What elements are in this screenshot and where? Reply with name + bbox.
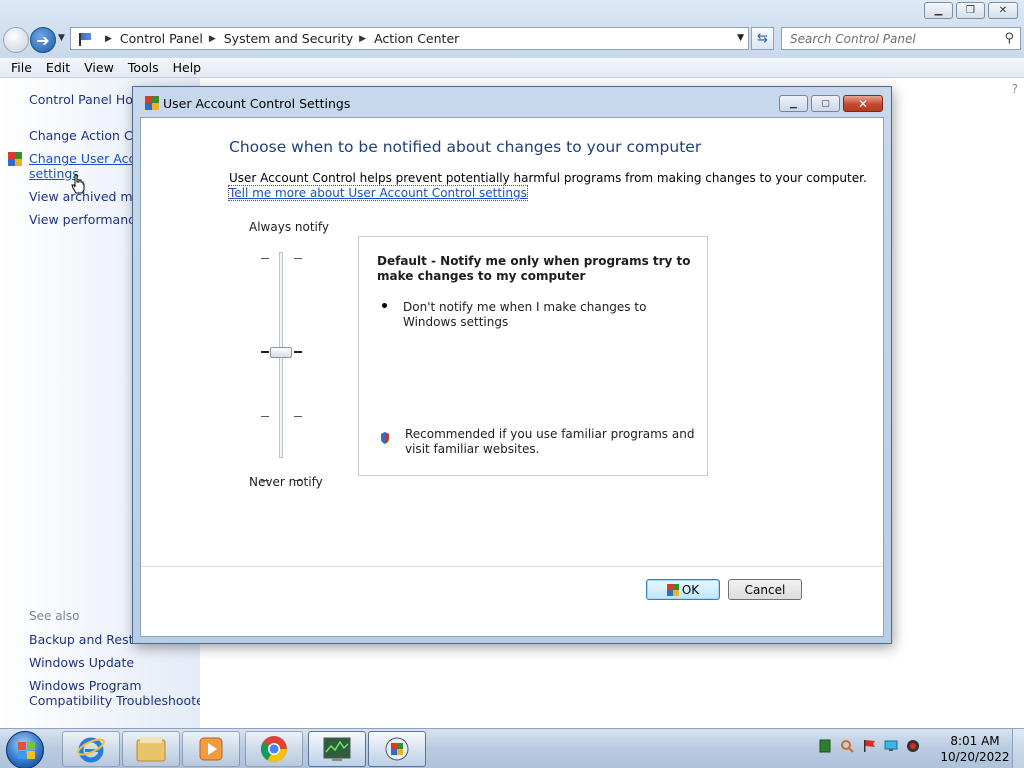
dialog-heading: Choose when to be notified about changes… bbox=[229, 138, 702, 156]
taskbar-windows-media-player[interactable] bbox=[182, 731, 240, 767]
slider-bottom-label: Never notify bbox=[249, 475, 323, 489]
sidebar-link-compatibility[interactable]: Windows Program bbox=[29, 678, 142, 693]
slider-tick bbox=[294, 351, 302, 353]
start-button[interactable] bbox=[6, 731, 44, 768]
menu-help[interactable]: Help bbox=[166, 60, 209, 75]
control-panel-icon bbox=[385, 737, 409, 761]
clock-date: 10/20/2022 bbox=[940, 750, 1010, 764]
recent-pages-dropdown[interactable]: ▼ bbox=[58, 33, 65, 43]
slider-tick bbox=[261, 416, 269, 417]
breadcrumb-control-panel[interactable]: Control Panel bbox=[120, 31, 203, 46]
chrome-icon bbox=[260, 736, 288, 763]
recommended-shield-icon bbox=[381, 432, 389, 444]
cancel-button[interactable]: Cancel bbox=[728, 579, 802, 600]
ok-button[interactable]: OK bbox=[646, 579, 720, 600]
close-button[interactable]: ✕ bbox=[988, 2, 1018, 19]
uac-shield-icon bbox=[145, 96, 159, 110]
dialog-body: Choose when to be notified about changes… bbox=[140, 117, 884, 637]
taskbar: 8:01 AM 10/20/2022 bbox=[0, 728, 1024, 768]
uac-settings-dialog: User Account Control Settings ▁ ▢ ✕ Choo… bbox=[132, 86, 892, 644]
search-box[interactable]: ⚲ bbox=[781, 27, 1021, 50]
breadcrumb-action-center[interactable]: Action Center bbox=[374, 31, 459, 46]
cancel-button-label: Cancel bbox=[744, 582, 786, 597]
bullet-icon bbox=[382, 303, 390, 311]
sidebar-link-windows-update[interactable]: Windows Update bbox=[29, 655, 134, 670]
menu-view[interactable]: View bbox=[77, 60, 121, 75]
taskbar-control-panel[interactable] bbox=[368, 731, 426, 767]
green-monitor-tray-icon[interactable] bbox=[818, 739, 832, 753]
menu-bar: File Edit View Tools Help bbox=[0, 58, 1024, 78]
see-also-heading: See also bbox=[29, 609, 80, 623]
window-title-bar: ▁ ❐ ✕ bbox=[0, 0, 1024, 24]
dialog-maximize-button[interactable]: ▢ bbox=[811, 95, 840, 112]
notification-area bbox=[818, 739, 920, 753]
internet-explorer-icon bbox=[77, 737, 105, 763]
taskbar-windows-explorer[interactable] bbox=[122, 731, 180, 767]
dialog-description: User Account Control helps prevent poten… bbox=[229, 171, 867, 185]
windows-logo-icon bbox=[18, 742, 26, 750]
tell-me-more-link[interactable]: Tell me more about User Account Control … bbox=[228, 185, 528, 201]
ok-button-label: OK bbox=[681, 582, 700, 597]
level-title: Default - Notify me only when programs t… bbox=[377, 254, 691, 283]
dialog-minimize-button[interactable]: ▁ bbox=[779, 95, 808, 112]
level-description-panel: Default - Notify me only when programs t… bbox=[358, 236, 708, 476]
slider-tick bbox=[261, 258, 269, 259]
sidebar-link-control-panel-home[interactable]: Control Panel Hom bbox=[29, 92, 145, 107]
refresh-button[interactable]: ⇆ bbox=[751, 27, 774, 50]
breadcrumb-separator-icon[interactable]: ▶ bbox=[209, 34, 216, 44]
taskbar-google-chrome[interactable] bbox=[245, 731, 303, 767]
navigation-bar: ➔ ▼ ▶ Control Panel ▶ System and Securit… bbox=[0, 24, 1024, 58]
menu-tools[interactable]: Tools bbox=[121, 60, 166, 75]
address-dropdown-icon[interactable]: ▼ bbox=[737, 33, 744, 43]
level-detail: Don't notify me when I make changes to W… bbox=[403, 300, 647, 329]
address-bar[interactable]: ▶ Control Panel ▶ System and Security ▶ … bbox=[70, 27, 749, 50]
notification-slider-thumb[interactable] bbox=[270, 347, 292, 358]
slider-top-label: Always notify bbox=[249, 220, 329, 234]
action-center-flag-tray-icon[interactable] bbox=[862, 739, 876, 753]
minimize-button[interactable]: ▁ bbox=[924, 2, 953, 19]
system-clock[interactable]: 8:01 AM 10/20/2022 bbox=[940, 733, 1010, 765]
show-desktop-button[interactable] bbox=[1012, 729, 1024, 768]
dialog-divider bbox=[141, 566, 883, 567]
action-center-flag-icon bbox=[77, 32, 93, 46]
window-caption-buttons: ▁ ❐ ✕ bbox=[924, 2, 1018, 19]
breadcrumb-system-and-security[interactable]: System and Security bbox=[224, 31, 353, 46]
dialog-title: User Account Control Settings bbox=[163, 96, 351, 111]
menu-edit[interactable]: Edit bbox=[39, 60, 77, 75]
hand-cursor-icon bbox=[71, 174, 85, 194]
network-tray-icon[interactable] bbox=[884, 739, 898, 753]
sidebar-link-change-action-center[interactable]: Change Action Cen bbox=[29, 128, 148, 143]
forward-button[interactable]: ➔ bbox=[30, 27, 56, 53]
magnifier-tray-icon[interactable] bbox=[840, 739, 854, 753]
uac-shield-icon bbox=[8, 152, 22, 166]
uac-shield-icon bbox=[666, 583, 679, 596]
back-button[interactable] bbox=[3, 27, 29, 53]
taskbar-internet-explorer[interactable] bbox=[62, 731, 120, 767]
arrow-right-icon: ➔ bbox=[36, 30, 50, 50]
taskbar-task-manager[interactable] bbox=[308, 731, 366, 767]
breadcrumb-separator-icon[interactable]: ▶ bbox=[359, 34, 366, 44]
slider-tick bbox=[294, 258, 302, 259]
media-player-icon bbox=[199, 737, 223, 761]
dialog-close-button[interactable]: ✕ bbox=[843, 95, 883, 112]
recommendation-text: Recommended if you use familiar programs… bbox=[405, 427, 695, 456]
sidebar-link-compatibility-troubleshooter[interactable]: Compatibility Troubleshooter bbox=[29, 693, 209, 708]
menu-file[interactable]: File bbox=[4, 60, 39, 75]
volume-tray-icon[interactable] bbox=[906, 739, 920, 753]
clock-time: 8:01 AM bbox=[950, 734, 1000, 748]
search-icon[interactable]: ⚲ bbox=[1004, 31, 1014, 46]
refresh-icon: ⇆ bbox=[757, 31, 768, 46]
folder-icon bbox=[136, 737, 166, 762]
breadcrumb-separator-icon[interactable]: ▶ bbox=[105, 34, 112, 44]
help-icon[interactable]: ? bbox=[1012, 82, 1018, 96]
slider-tick bbox=[294, 416, 302, 417]
search-input[interactable] bbox=[790, 31, 990, 46]
task-manager-icon bbox=[323, 737, 351, 761]
restore-button[interactable]: ❐ bbox=[956, 2, 985, 19]
dialog-caption-buttons: ▁ ▢ ✕ bbox=[779, 95, 883, 112]
slider-tick bbox=[261, 351, 269, 353]
